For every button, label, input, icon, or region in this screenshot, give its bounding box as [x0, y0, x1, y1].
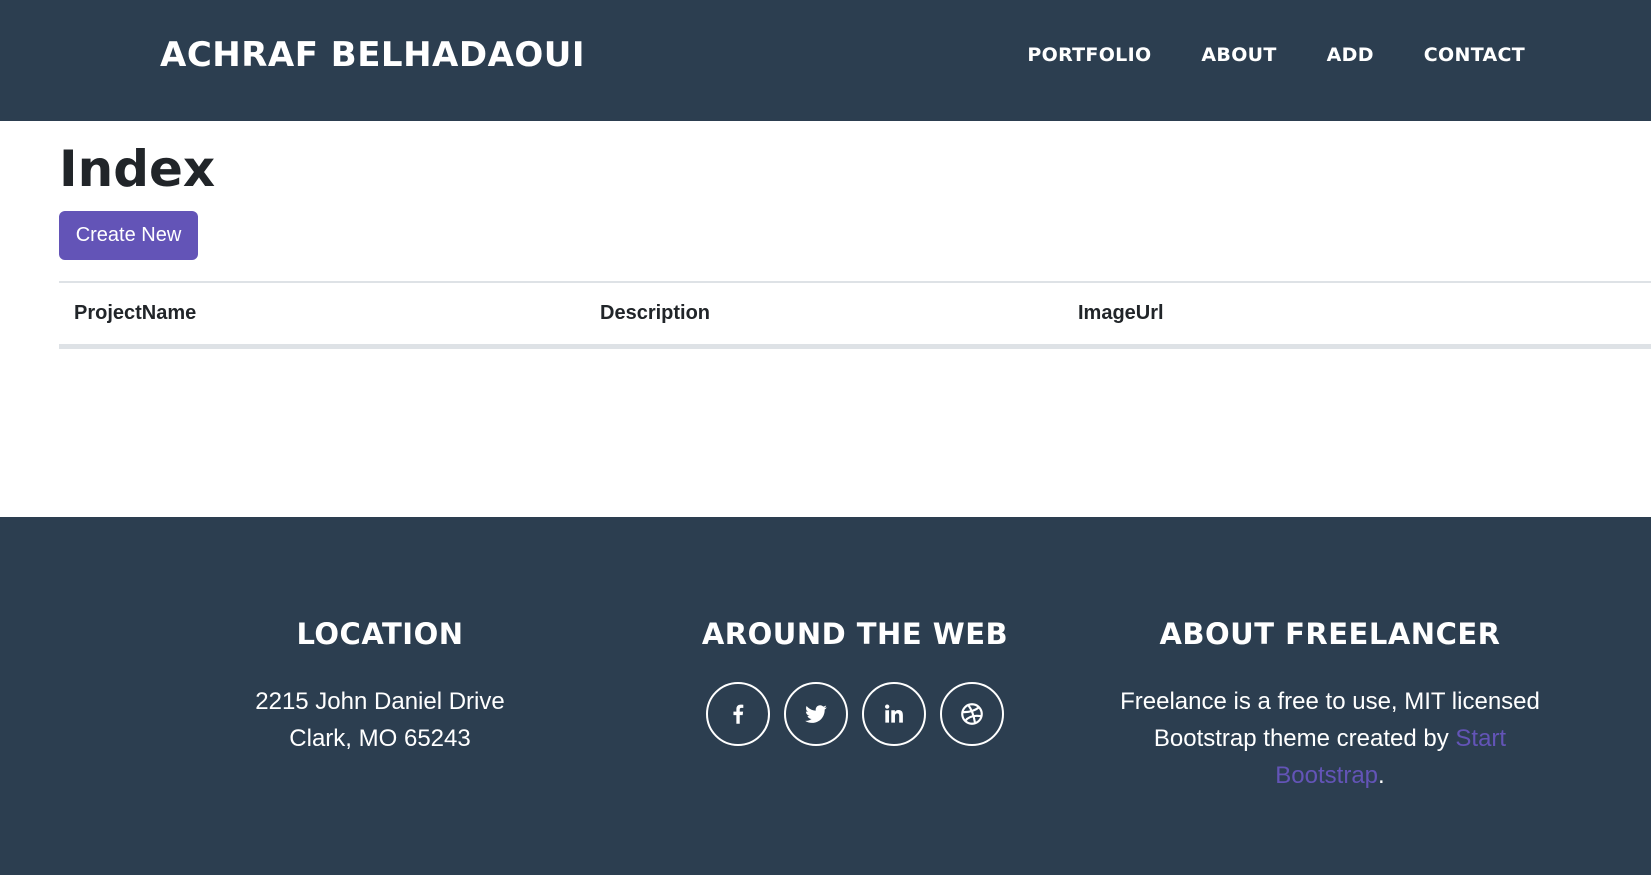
column-header-description: Description	[585, 281, 1063, 349]
navbar: ACHRAF BELHADAOUI PORTFOLIO ABOUT ADD CO…	[0, 0, 1651, 121]
projects-table: ProjectName Description ImageUrl	[59, 281, 1651, 349]
table-header-row: ProjectName Description ImageUrl	[59, 281, 1651, 349]
column-header-imageurl: ImageUrl	[1063, 281, 1651, 349]
linkedin-icon	[885, 704, 903, 723]
address-line-2: Clark, MO 65243	[289, 725, 471, 752]
footer-about-title: ABOUT FREELANCER	[1159, 617, 1501, 651]
main-nav: PORTFOLIO ABOUT ADD CONTACT	[1027, 44, 1525, 66]
main-content: Index Create New ProjectName Description…	[59, 121, 1651, 517]
dribbble-link[interactable]	[940, 682, 1004, 746]
footer: LOCATION 2215 John Daniel Drive Clark, M…	[0, 517, 1651, 875]
brand-link[interactable]: ACHRAF BELHADAOUI	[160, 35, 585, 75]
footer-about: ABOUT FREELANCER Freelance is a free to …	[1110, 617, 1550, 794]
dribbble-icon	[961, 703, 983, 725]
page-title: Index	[59, 140, 216, 198]
facebook-icon	[733, 704, 744, 724]
footer-location: LOCATION 2215 John Daniel Drive Clark, M…	[160, 617, 600, 757]
nav-item-add[interactable]: ADD	[1327, 44, 1374, 66]
facebook-link[interactable]	[706, 682, 770, 746]
footer-web-title: AROUND THE WEB	[701, 617, 1009, 651]
nav-item-portfolio[interactable]: PORTFOLIO	[1027, 44, 1151, 66]
address-line-1: 2215 John Daniel Drive	[255, 688, 505, 715]
about-period: .	[1378, 762, 1385, 789]
column-header-projectname: ProjectName	[59, 281, 585, 349]
social-links	[635, 682, 1075, 746]
linkedin-link[interactable]	[862, 682, 926, 746]
footer-location-title: LOCATION	[296, 617, 464, 651]
nav-item-about[interactable]: ABOUT	[1201, 44, 1276, 66]
footer-web: AROUND THE WEB	[635, 617, 1075, 746]
twitter-icon	[805, 705, 827, 723]
create-new-button[interactable]: Create New	[59, 211, 198, 260]
about-text: Freelance is a free to use, MIT licensed…	[1110, 683, 1550, 794]
twitter-link[interactable]	[784, 682, 848, 746]
address: 2215 John Daniel Drive Clark, MO 65243	[160, 683, 600, 757]
nav-item-contact[interactable]: CONTACT	[1424, 44, 1525, 66]
